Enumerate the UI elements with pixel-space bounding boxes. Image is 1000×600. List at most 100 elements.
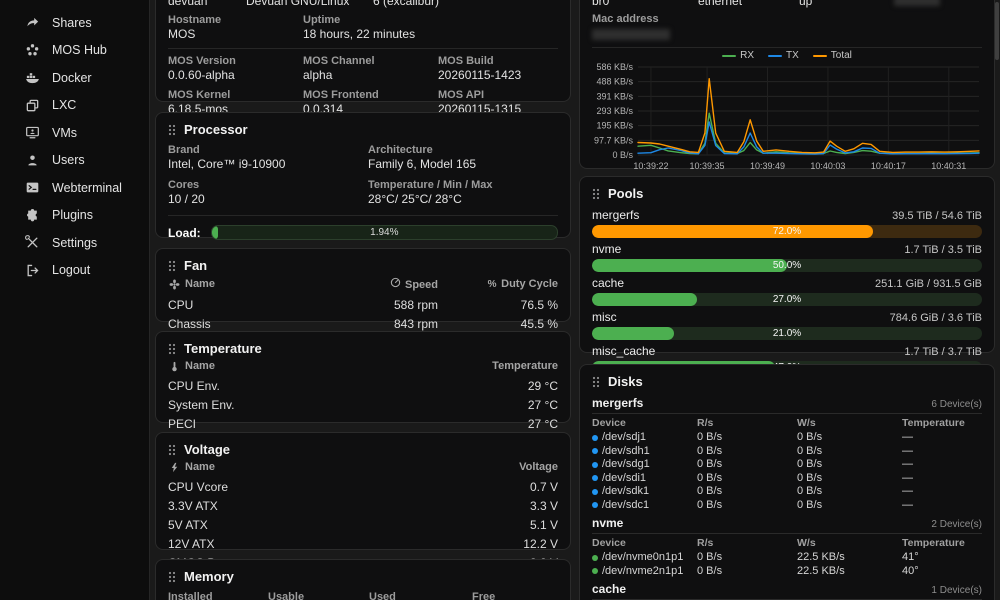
disk-device-name: /dev/sdg1	[602, 458, 650, 472]
sidebar-item-lxc[interactable]: LXC	[0, 92, 149, 120]
disk-section-header: mergerfs6 Device(s)	[592, 392, 982, 414]
disk-status-dot	[592, 502, 598, 508]
svg-text:10:40:31: 10:40:31	[931, 161, 966, 171]
pool-usage-percent: 50.0%	[592, 259, 982, 272]
processor-field-label: Brand	[168, 144, 368, 157]
disk-device: /dev/nvme2n1p1	[592, 565, 697, 579]
system-field-value: MOS	[168, 27, 303, 42]
disk-row-dev-sdh1: /dev/sdh10 B/s0 B/s—	[592, 445, 982, 459]
voltage-row-5v-atx: 5V ATX5.1 V	[168, 515, 558, 534]
disk-device-name: /dev/sdk1	[602, 485, 649, 499]
pool-usage-bar: 50.0%	[592, 259, 982, 272]
sidebar-item-logout[interactable]: Logout	[0, 257, 149, 285]
fan-name: Chassis	[168, 317, 308, 331]
vm-icon	[24, 125, 40, 141]
legend-label: TX	[786, 50, 799, 61]
disk-section-name: cache	[592, 582, 626, 596]
scrollbar[interactable]	[994, 0, 999, 600]
disk-temperature: —	[902, 445, 982, 459]
system-field-label: MOS Channel	[303, 55, 438, 68]
sidebar-item-vms[interactable]: VMs	[0, 119, 149, 147]
system-field-label: MOS Kernel	[168, 89, 303, 102]
legend-item-total: Total	[813, 50, 852, 61]
disk-device: /dev/sdg1	[592, 458, 697, 472]
fan-name: CPU	[168, 298, 308, 312]
fan-panel: Fan Name Speed% Duty CycleCPU588 rpm76.5…	[155, 248, 571, 322]
svg-text:391 KB/s: 391 KB/s	[596, 91, 633, 101]
legend-swatch	[768, 55, 782, 57]
legend-item-tx: TX	[768, 50, 799, 61]
temperature-row-peci: PECI27 °C	[168, 414, 558, 433]
field-usable: Usable125.6 GiB	[268, 591, 369, 600]
panel-title: Processor	[184, 122, 248, 137]
network-chart[interactable]: 0 B/s97.7 KB/s195 KB/s293 KB/s391 KB/s48…	[592, 61, 982, 178]
drag-handle-icon[interactable]	[592, 188, 600, 200]
pool-usage-bar: 21.0%	[592, 327, 982, 340]
svg-text:10:39:22: 10:39:22	[633, 161, 668, 171]
fan-speed: 588 rpm	[308, 298, 438, 312]
column-label: Name	[185, 278, 215, 290]
disk-row-dev-nvme2n1p1: /dev/nvme2n1p10 B/s22.5 KB/s40°	[592, 565, 982, 579]
legend-swatch	[813, 55, 827, 57]
disk-device: /dev/sdh1	[592, 445, 697, 459]
memory-field-label: Used	[369, 591, 472, 600]
pool-name: cache	[592, 276, 624, 290]
divider	[168, 48, 558, 49]
disk-temperature: —	[902, 458, 982, 472]
sidebar-item-plugins[interactable]: Plugins	[0, 202, 149, 230]
processor-field-value: Intel, Core™ i9-10900	[168, 157, 368, 172]
system-partial-value: Devuan GNU/Linux	[246, 0, 373, 8]
system-field-value: 0.0.60-alpha	[168, 68, 303, 83]
disk-device-name: /dev/sdc1	[602, 499, 649, 513]
ip-address-redacted	[894, 0, 940, 6]
sensor-value: 12.2 V	[363, 537, 558, 551]
fan-duty: 45.5 %	[438, 317, 558, 331]
fan-table: Name Speed% Duty CycleCPU588 rpm76.5 %Ch…	[168, 275, 558, 333]
disk-status-dot	[592, 555, 598, 561]
network-partial-value: ethernet	[698, 0, 799, 8]
percent-icon: %	[486, 279, 498, 290]
gauge-icon	[390, 277, 402, 288]
sidebar-item-webterminal[interactable]: Webterminal	[0, 174, 149, 202]
field-hostname: HostnameMOS	[168, 14, 303, 42]
disk-row-dev-sdi1: /dev/sdi10 B/s0 B/s—	[592, 472, 982, 486]
sidebar-item-settings[interactable]: Settings	[0, 229, 149, 257]
system-field-value: 18 hours, 22 minutes	[303, 27, 438, 42]
temperature-row-cpu-env: CPU Env.29 °C	[168, 376, 558, 395]
disk-status-dot	[592, 435, 598, 441]
sidebar-item-label: Docker	[52, 71, 92, 85]
sidebar-item-users[interactable]: Users	[0, 147, 149, 175]
pool-header: nvme1.7 TiB / 3.5 TiB	[592, 242, 982, 256]
sidebar-item-docker[interactable]: Docker	[0, 64, 149, 92]
svg-text:10:39:49: 10:39:49	[750, 161, 785, 171]
field-free: Free101.2 GiB	[472, 591, 558, 600]
pool-mergerfs: mergerfs39.5 TiB / 54.6 TiB72.0%	[592, 208, 982, 238]
system-info-panel: devuanDevuan GNU/Linux6 (excalibur) Host…	[155, 0, 571, 102]
drag-handle-icon[interactable]	[168, 444, 176, 456]
panel-title: Fan	[184, 258, 207, 273]
network-partial-value: br0	[592, 0, 698, 8]
drag-handle-icon[interactable]	[168, 260, 176, 272]
sidebar-item-label: VMs	[52, 126, 77, 140]
system-field-label: MOS Version	[168, 55, 303, 68]
column-name: Name	[168, 461, 363, 473]
column-label: Name	[185, 461, 215, 473]
pool-name: nvme	[592, 242, 621, 256]
drag-handle-icon[interactable]	[168, 343, 176, 355]
mac-address-label: Mac address	[592, 13, 982, 26]
disk-section-mergerfs: mergerfs6 Device(s)DeviceR/sW/sTemperatu…	[592, 392, 982, 512]
drag-handle-icon[interactable]	[168, 571, 176, 583]
field-mos-channel: MOS Channelalpha	[303, 55, 438, 83]
disk-write-speed: 0 B/s	[797, 445, 902, 459]
disk-row-dev-sdk1: /dev/sdk10 B/s0 B/s—	[592, 485, 982, 499]
memory-panel: Memory Installed128 GiBUsable125.6 GiBUs…	[155, 559, 571, 600]
sidebar-item-shares[interactable]: Shares	[0, 9, 149, 37]
drag-handle-icon[interactable]	[592, 376, 600, 388]
disk-status-dot	[592, 475, 598, 481]
disk-row-dev-sdg1: /dev/sdg10 B/s0 B/s—	[592, 458, 982, 472]
sidebar-item-mos-hub[interactable]: MOS Hub	[0, 37, 149, 65]
drag-handle-icon[interactable]	[168, 124, 176, 136]
disk-device: /dev/sdi1	[592, 472, 697, 486]
pool-name: misc_cache	[592, 344, 655, 358]
scrollbar-thumb[interactable]	[995, 2, 999, 60]
